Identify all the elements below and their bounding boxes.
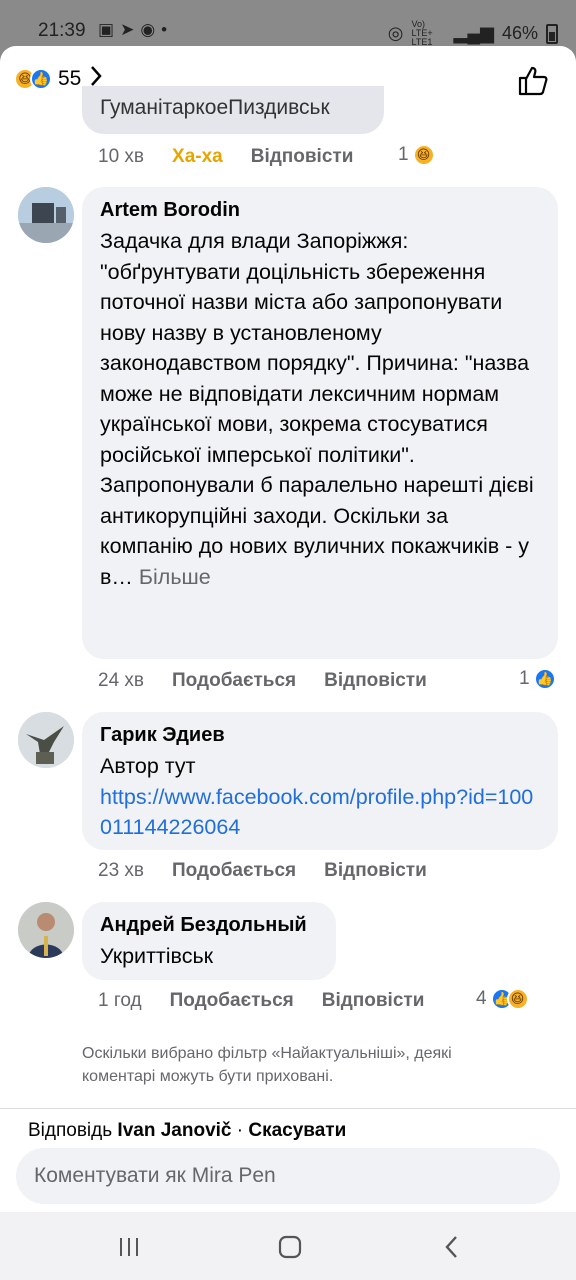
comment-time: 23 хв <box>98 860 145 881</box>
comment-bubble[interactable]: Гарик Эдиев Автор тут https://www.facebo… <box>82 712 558 850</box>
reply-button[interactable]: Відповісти <box>251 146 354 168</box>
like-reaction-icon: 👍 <box>533 668 556 690</box>
comment-bubble-cut[interactable]: ГуманітаркоеПиздивськ <box>82 86 384 134</box>
see-more-link[interactable]: Більше <box>139 565 211 589</box>
back-icon <box>445 1236 457 1258</box>
reaction-count: 55 <box>58 67 82 90</box>
haha-reaction-button[interactable]: Ха-ха <box>172 146 223 168</box>
profile-link[interactable]: https://www.facebook.com/profile.php?id=… <box>100 782 540 842</box>
filter-notice: Оскільки вибрано фільтр «Найактуальніші»… <box>82 1045 452 1085</box>
reply-separator: · <box>231 1120 249 1141</box>
messenger-icon: ◉ <box>140 20 162 39</box>
avatar[interactable] <box>18 712 74 768</box>
comment-text: Задачка для влади Запоріжжя: "обґрунтува… <box>100 226 540 592</box>
status-time: 21:39 <box>38 20 86 41</box>
comment-text: Укриттівськ <box>100 944 214 968</box>
comment-bubble[interactable]: Андрей Бездольный Укриттівськ <box>82 902 336 980</box>
recent-apps-button[interactable] <box>114 1232 144 1262</box>
avatar[interactable] <box>18 902 74 958</box>
comment-time: 10 хв <box>98 146 145 167</box>
like-reaction-icon: 👍 <box>30 68 52 90</box>
comment-reaction-count: 1 <box>519 668 530 689</box>
comment-actions: 10 хв Ха-ха Відповісти <box>98 146 381 168</box>
comment-reactions[interactable]: 1 😆 <box>398 144 435 166</box>
hotspot-icon: ◎ <box>387 23 404 43</box>
comment-time: 24 хв <box>98 670 145 691</box>
avatar-photo <box>18 187 74 243</box>
comment-author[interactable]: Андрей Бездольный <box>100 914 318 937</box>
comments-sheet: 😆 👍 55 ГуманітаркоеПиздивськ 10 хв Ха-ха… <box>0 46 576 1212</box>
telegram-icon: ➤ <box>120 20 141 39</box>
gallery-icon: ▣ <box>98 20 121 39</box>
haha-reaction-icon: 😆 <box>412 144 435 166</box>
avatar[interactable] <box>18 187 74 243</box>
reply-button[interactable]: Відповісти <box>324 860 427 882</box>
avatar-photo <box>18 902 74 958</box>
like-button[interactable]: Подобається <box>172 860 296 882</box>
home-button[interactable] <box>275 1232 305 1262</box>
status-bar: 21:39 ▣➤◉• ◎ Vo) LTE+ LTE1 ▂▄▆ 46% <box>0 0 576 50</box>
system-nav-bar <box>0 1212 576 1280</box>
home-icon <box>278 1235 302 1259</box>
network-label: Vo) LTE+ LTE1 <box>411 19 433 47</box>
status-right: ◎ Vo) LTE+ LTE1 ▂▄▆ 46% <box>388 20 558 47</box>
reply-to-bar: Відповідь Ivan Janovič · Скасувати <box>28 1120 346 1142</box>
comment-reaction-count: 1 <box>398 144 409 165</box>
reply-prefix: Відповідь <box>28 1120 113 1141</box>
comment-reactions[interactable]: 1 👍 <box>519 668 556 690</box>
reply-target-name: Ivan Janovič <box>117 1120 232 1141</box>
comment-author[interactable]: Гарик Эдиев <box>100 724 540 747</box>
divider <box>0 1108 576 1109</box>
comment-bubble[interactable]: Artem Borodin Задачка для влади Запоріжж… <box>82 187 558 659</box>
haha-reaction-icon: 😆 <box>506 988 529 1010</box>
comment-author[interactable]: Artem Borodin <box>100 199 540 222</box>
like-button[interactable]: Подобається <box>170 990 294 1012</box>
reply-button[interactable]: Відповісти <box>324 670 427 692</box>
comment-actions: 1 год Подобається Відповісти <box>98 990 452 1012</box>
comment-actions: 23 хв Подобається Відповісти <box>98 860 455 882</box>
comment-actions: 24 хв Подобається Відповісти <box>98 670 455 692</box>
like-button[interactable]: Подобається <box>172 670 296 692</box>
comment-time: 1 год <box>98 990 142 1011</box>
comment-text: Автор тут <box>100 754 196 778</box>
comment-text: ГуманітаркоеПиздивськ <box>100 96 330 119</box>
battery-icon <box>546 23 558 44</box>
recent-apps-icon <box>120 1238 138 1256</box>
reply-button[interactable]: Відповісти <box>322 990 425 1012</box>
comment-input[interactable] <box>16 1148 560 1204</box>
comment-reaction-count: 4 <box>476 988 487 1009</box>
battery-percent: 46% <box>501 23 538 43</box>
notification-icons: ▣➤◉• <box>98 20 173 40</box>
comment-body: Задачка для влади Запоріжжя: "обґрунтува… <box>100 229 534 589</box>
comment-reactions[interactable]: 4 👍 😆 <box>476 988 529 1010</box>
dot-icon: • <box>161 20 174 39</box>
like-post-button[interactable] <box>516 64 550 98</box>
avatar-photo <box>18 712 74 768</box>
signal-icon: ▂▄▆ <box>453 23 494 43</box>
cancel-reply-button[interactable]: Скасувати <box>248 1120 346 1141</box>
thumbs-up-icon <box>518 66 548 96</box>
back-button[interactable] <box>437 1232 467 1262</box>
